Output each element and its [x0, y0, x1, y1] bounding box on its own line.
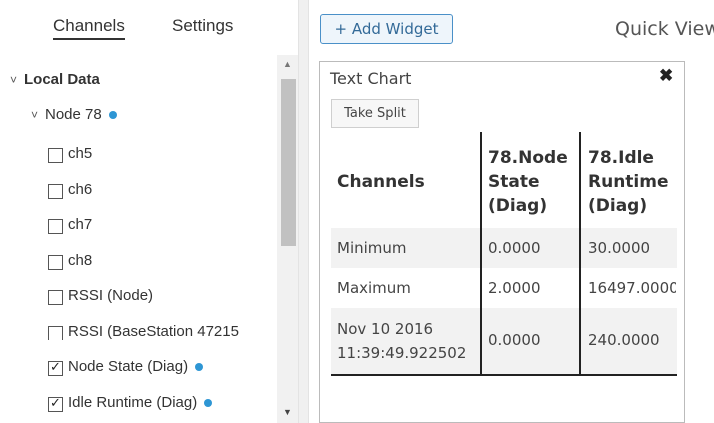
- channel-item[interactable]: ch7: [48, 216, 93, 234]
- add-widget-button[interactable]: + Add Widget: [320, 14, 453, 44]
- column-header-idle-runtime: 78.Idle Runtime (Diag): [588, 148, 669, 216]
- channel-item[interactable]: Node State (Diag): [48, 358, 204, 376]
- channel-checkbox[interactable]: [48, 359, 63, 376]
- table-cell: 0.0000: [488, 239, 541, 257]
- channel-label: RSSI (BaseStation 47215: [68, 323, 239, 340]
- chevron-down-icon[interactable]: ˅: [10, 73, 24, 87]
- scrollbar-thumb[interactable]: [281, 79, 296, 246]
- tree-node-label: Node 78: [45, 106, 102, 123]
- channel-item[interactable]: RSSI (Node): [48, 287, 154, 305]
- table-cell: 240.0000: [588, 331, 660, 349]
- table-cell: Maximum: [337, 279, 411, 297]
- table-cell: 30.0000: [588, 239, 651, 257]
- channel-checkbox[interactable]: [48, 395, 63, 412]
- tree-group-local-data[interactable]: ˅ Local Data: [10, 71, 100, 88]
- close-icon[interactable]: ✖: [659, 66, 673, 86]
- channel-item[interactable]: ch5: [48, 145, 93, 163]
- channel-label: RSSI (Node): [68, 287, 154, 304]
- scroll-down-icon[interactable]: ▼: [283, 407, 292, 417]
- channel-panel: Channels Settings ˅ Local Data ˅ Node 78 c…: [0, 0, 298, 423]
- chevron-down-icon[interactable]: ˅: [31, 108, 45, 122]
- channel-item[interactable]: RSSI (BaseStation 47215: [48, 323, 276, 340]
- table-cell: Nov 10 2016 11:39:49.922502: [337, 320, 467, 362]
- take-split-button[interactable]: Take Split: [331, 99, 419, 128]
- channel-item[interactable]: Idle Runtime (Diag): [48, 394, 213, 412]
- column-header-channels: Channels: [337, 172, 425, 192]
- table-cell: 0.0000: [488, 331, 541, 349]
- channel-checkbox[interactable]: [48, 255, 63, 270]
- status-dot-icon: [108, 111, 117, 120]
- channel-checkbox[interactable]: [48, 326, 63, 340]
- channel-label: Idle Runtime (Diag): [68, 394, 198, 411]
- channel-checkbox[interactable]: [48, 290, 63, 305]
- tab-settings[interactable]: Settings: [172, 16, 233, 36]
- tree-node-78[interactable]: ˅ Node 78: [31, 106, 117, 123]
- channel-label: ch5: [68, 145, 93, 162]
- quick-view-title: Quick View: [615, 18, 714, 40]
- scroll-up-icon[interactable]: ▲: [283, 59, 292, 69]
- table-column-divider: [579, 132, 581, 376]
- status-dot-icon: [195, 363, 204, 372]
- channel-label: ch8: [68, 252, 93, 269]
- channel-item[interactable]: ch6: [48, 181, 93, 199]
- table-cell: Minimum: [337, 239, 407, 257]
- channel-checkbox[interactable]: [48, 148, 63, 163]
- channel-label: ch7: [68, 216, 93, 233]
- table-column-divider: [480, 132, 482, 376]
- tree-group-label: Local Data: [24, 71, 100, 88]
- table-bottom-rule: [331, 374, 677, 376]
- channel-label: ch6: [68, 181, 93, 198]
- panel-tabs: Channels Settings: [0, 0, 298, 54]
- channel-label: Node State (Diag): [68, 358, 189, 375]
- column-header-node-state: 78.Node State (Diag): [488, 148, 568, 216]
- table-cell: 16497.0000: [588, 279, 676, 297]
- status-dot-icon: [204, 399, 213, 408]
- panel-splitter[interactable]: [298, 0, 309, 423]
- channel-checkbox[interactable]: [48, 219, 63, 234]
- table-cell: 2.0000: [488, 279, 541, 297]
- channel-checkbox[interactable]: [48, 184, 63, 199]
- tab-channels[interactable]: Channels: [53, 16, 125, 40]
- channel-item[interactable]: ch8: [48, 252, 93, 270]
- widget-title: Text Chart: [330, 69, 412, 88]
